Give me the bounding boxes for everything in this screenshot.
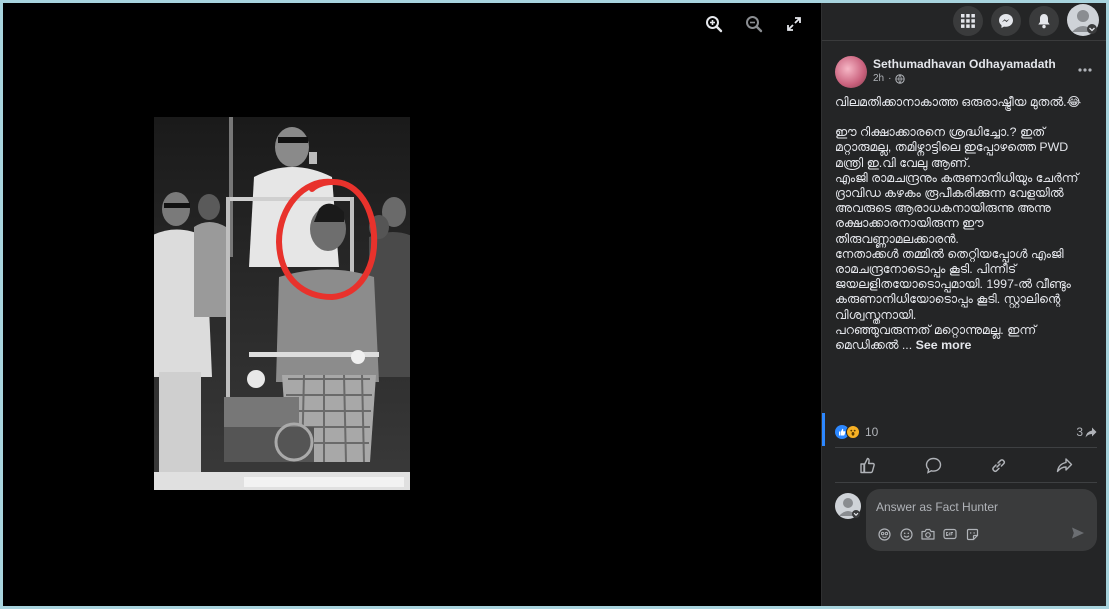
post-photo [154, 117, 410, 490]
emoji-icon [899, 527, 913, 541]
post-actions [835, 447, 1097, 483]
menu-button[interactable] [953, 6, 983, 36]
grid-menu-icon [961, 14, 975, 28]
zoom-out-icon [746, 16, 763, 33]
composer-tools [876, 526, 980, 542]
link-icon [992, 458, 1006, 472]
copy-link-button[interactable] [979, 451, 1019, 479]
camera-button[interactable] [920, 526, 936, 542]
reaction-count[interactable]: 10 [865, 425, 878, 439]
post-meta: 2h · [873, 73, 906, 84]
more-dots-icon [1078, 68, 1092, 72]
gif-icon [943, 528, 957, 540]
zoom-out-button[interactable] [741, 13, 767, 35]
avatar-sticker-button[interactable] [876, 526, 892, 542]
send-icon [1072, 527, 1084, 539]
bell-icon [1038, 14, 1050, 29]
focus-marker [822, 413, 825, 446]
like-button[interactable] [848, 451, 888, 479]
sticker-button[interactable] [964, 526, 980, 542]
avatar-sticker-icon [877, 527, 891, 541]
top-bar [822, 3, 1106, 41]
post-panel: Sethumadhavan Odhayamadath 2h · വിലമതിക്… [821, 3, 1106, 606]
photo-viewer [3, 3, 821, 606]
author-name[interactable]: Sethumadhavan Odhayamadath [873, 57, 1056, 71]
post-paragraph-last: പറഞ്ഞുവരുന്നത് മറ്റൊന്നുമല്ല. ഇന്ന് മെഡി… [835, 323, 1097, 353]
meta-separator: · [888, 73, 892, 84]
see-more-link[interactable]: See more [916, 338, 972, 352]
post-paragraph: വിലമതിക്കാനാകാത്ത ഒരുരാഷ്ട്രീയ മുതൽ.😂 [835, 95, 1082, 109]
emoji-button[interactable] [898, 526, 914, 542]
notifications-button[interactable] [1029, 6, 1059, 36]
viewer-toolbar [701, 13, 807, 35]
messenger-button[interactable] [991, 6, 1021, 36]
post-paragraph: ഈ റിക്ഷാക്കാരനെ ശ്രദ്ധിച്ചോ.? ഇത് മറ്റാര… [835, 125, 1069, 170]
share-count-group[interactable]: 3 [1076, 425, 1097, 439]
app-frame: Sethumadhavan Odhayamadath 2h · വിലമതിക്… [3, 3, 1106, 606]
post-paragraph: എംജി രാമചന്ദ്രനും കരുണാനിധിയും ചേർന്ന് ദ… [835, 170, 1079, 246]
comment-input[interactable] [876, 497, 1086, 517]
post-paragraph: നേതാക്കൾ തമ്മിൽ തെറ്റിയപ്പോൾ എംജി രാമചന്… [835, 246, 1071, 322]
post-header: Sethumadhavan Odhayamadath 2h · [835, 56, 1096, 92]
comment-composer [866, 489, 1097, 551]
post-options-button[interactable] [1074, 61, 1096, 79]
share-arrow-icon [1056, 457, 1072, 472]
zoom-in-button[interactable] [701, 13, 727, 35]
share-count: 3 [1076, 425, 1083, 439]
fullscreen-button[interactable] [781, 13, 807, 35]
wow-reaction-icon[interactable] [846, 425, 860, 439]
user-avatar-icon [1072, 10, 1097, 34]
send-comment-button[interactable] [1071, 526, 1087, 542]
expand-icon [787, 17, 801, 31]
comment-button[interactable] [913, 451, 953, 479]
messenger-icon [999, 14, 1013, 28]
thumbs-up-icon [860, 457, 876, 473]
share-button[interactable] [1044, 451, 1084, 479]
photo-illustration [154, 117, 410, 490]
reactions-bar: 10 3 [835, 421, 1097, 443]
sticker-icon [966, 528, 978, 540]
share-arrow-small-icon [1085, 427, 1097, 437]
gif-button[interactable] [942, 526, 958, 542]
globe-icon [895, 73, 906, 84]
user-avatar-icon [839, 498, 860, 518]
speech-bubble-icon [925, 457, 941, 474]
post-text: വിലമതിക്കാനാകാത്ത ഒരുരാഷ്ട്രീയ മുതൽ.😂 ഈ … [835, 95, 1097, 353]
author-avatar[interactable] [835, 56, 867, 88]
camera-icon [921, 528, 935, 540]
commenter-avatar[interactable] [835, 493, 861, 519]
post-time[interactable]: 2h [873, 73, 884, 84]
profile-avatar-button[interactable] [1067, 4, 1099, 36]
zoom-in-icon [706, 16, 723, 33]
